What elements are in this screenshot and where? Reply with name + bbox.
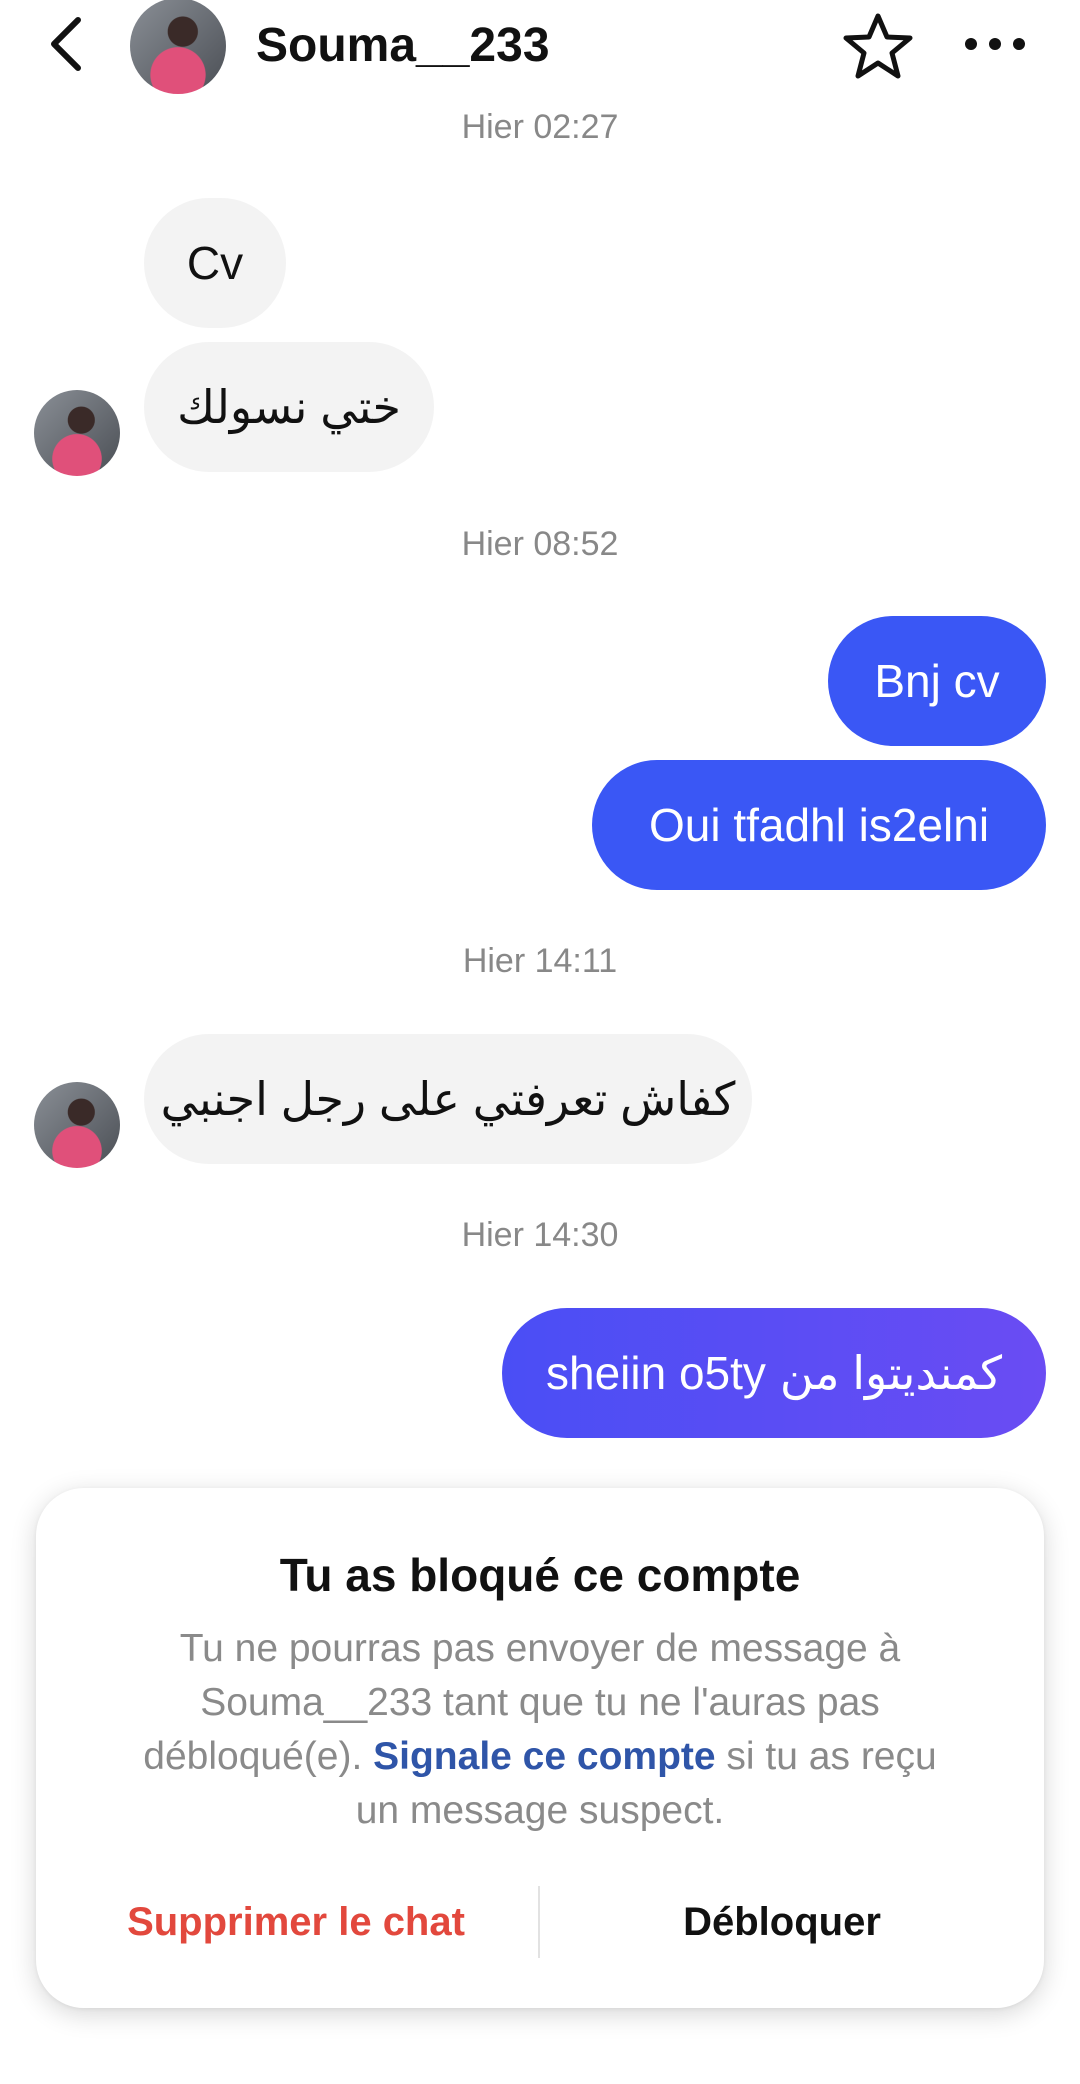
message-incoming[interactable]: كفاش تعرفتي على رجل اجنبي xyxy=(144,1034,752,1164)
message-outgoing[interactable]: Oui tfadhl is2elni xyxy=(592,760,1046,890)
message-outgoing[interactable]: Bnj cv xyxy=(828,616,1046,746)
more-horizontal-icon xyxy=(965,38,1025,50)
message-text-arabic: كمنديتوا من xyxy=(779,1347,1002,1399)
chat-header: Souma__233 xyxy=(0,0,1080,110)
report-account-link[interactable]: Signale ce compte xyxy=(373,1735,715,1778)
button-divider xyxy=(538,1886,540,1958)
contact-avatar-small[interactable] xyxy=(34,1082,120,1168)
unblock-button[interactable]: Débloquer xyxy=(542,1884,1022,1960)
timestamp: Hier 14:30 xyxy=(461,1216,619,1254)
blocked-account-card: Tu as bloqué ce compte Tu ne pourras pas… xyxy=(36,1488,1044,2008)
contact-avatar-small[interactable] xyxy=(34,390,120,476)
chevron-left-icon xyxy=(51,17,81,71)
blocked-description: Tu ne pourras pas envoyer de message à S… xyxy=(126,1622,954,1838)
contact-avatar[interactable] xyxy=(130,0,226,94)
star-outline-icon xyxy=(843,13,913,79)
timestamp: Hier 14:11 xyxy=(462,942,618,980)
timestamp: Hier 08:52 xyxy=(461,525,619,563)
contact-username[interactable]: Souma__233 xyxy=(256,14,550,78)
message-text-latin: sheiin o5ty xyxy=(546,1347,766,1399)
back-button[interactable] xyxy=(40,12,92,76)
timestamp: Hier 02:27 xyxy=(461,108,619,146)
delete-chat-button[interactable]: Supprimer le chat xyxy=(56,1884,536,1960)
message-outgoing[interactable]: sheiin o5ty كمنديتوا من xyxy=(502,1308,1046,1438)
message-incoming[interactable]: ختي نسولك xyxy=(144,342,434,472)
more-options-button[interactable] xyxy=(960,14,1030,74)
favorite-button[interactable] xyxy=(840,8,916,84)
blocked-title: Tu as bloqué ce compte xyxy=(279,1549,801,1601)
message-incoming[interactable]: Cv xyxy=(144,198,286,328)
